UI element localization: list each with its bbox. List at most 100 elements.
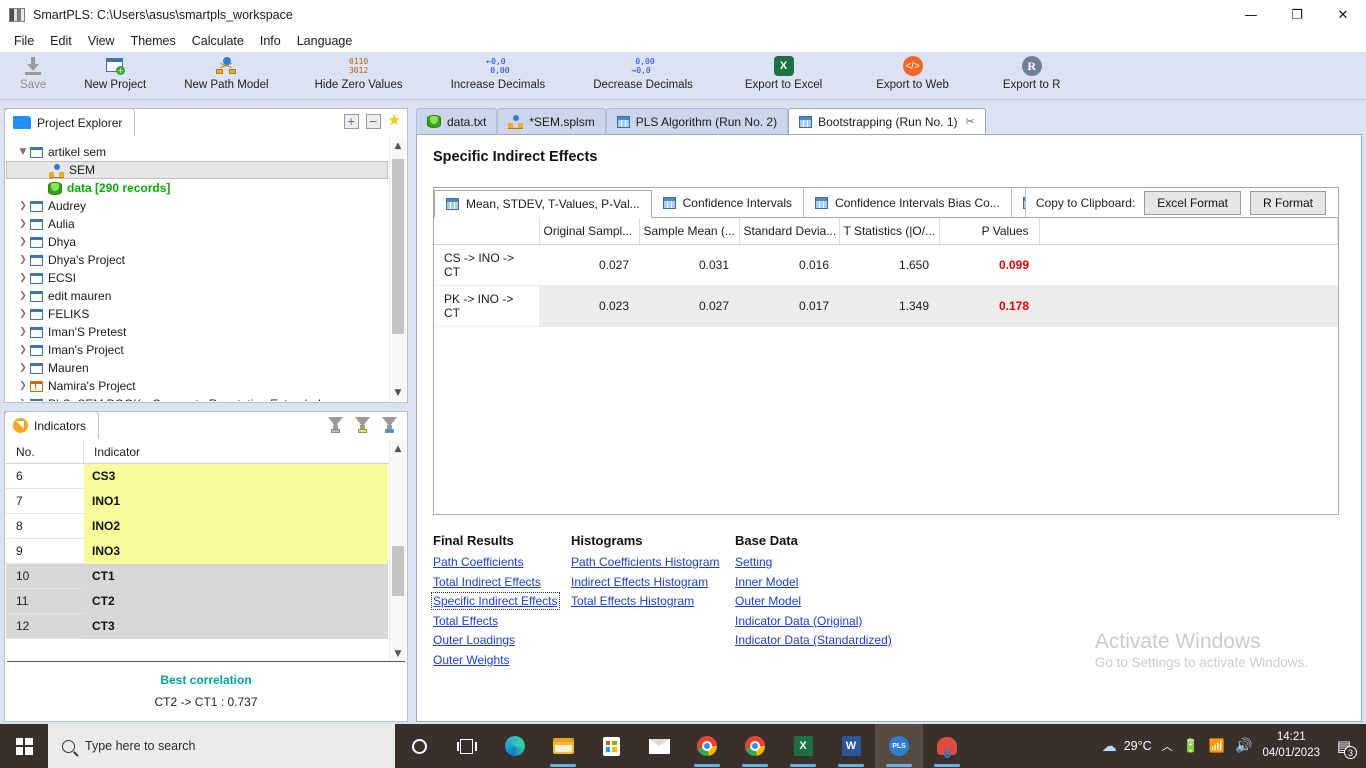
twisty-icon[interactable]: ❯ [16, 345, 30, 355]
tree-item[interactable]: ❯ edit mauren [6, 287, 388, 305]
result-link[interactable]: Indicator Data (Original) [735, 614, 862, 628]
twisty-icon[interactable]: ❯ [16, 381, 30, 391]
microsoft-store-taskbar-button[interactable] [587, 724, 635, 768]
results-column-header[interactable] [434, 218, 540, 245]
tree-item[interactable]: ❯ ECSI [6, 269, 388, 287]
results-row[interactable]: CS -> INO -> CT 0.027 0.031 0.016 1.650 0.099 [434, 244, 1338, 286]
explorer-scrollbar[interactable]: ▲ ▼ [389, 137, 406, 401]
twisty-icon[interactable]: ❯ [16, 219, 30, 229]
editor-tab[interactable]: *SEM.splsm [497, 108, 606, 134]
r-format-button[interactable]: R Format [1249, 190, 1326, 215]
notification-center-button[interactable]: ▤ 3 [1330, 724, 1358, 768]
scroll-up-icon[interactable]: ▲ [390, 440, 406, 457]
tree-item[interactable]: ❯ Aulia [6, 215, 388, 233]
twisty-icon[interactable]: ❯ [16, 309, 30, 319]
tree-item[interactable]: SEM [6, 161, 388, 179]
increase-decimals-button[interactable]: ←0,0 0,00 Increase Decimals [445, 55, 552, 99]
menu-info[interactable]: Info [252, 32, 289, 50]
task-view-taskbar-button[interactable] [443, 724, 491, 768]
menu-edit[interactable]: Edit [42, 32, 80, 50]
menu-themes[interactable]: Themes [123, 32, 184, 50]
twisty-icon[interactable]: ❯ [16, 327, 30, 337]
results-tab[interactable]: Confidence Intervals Bias Co... [804, 189, 1012, 217]
filter-blue-icon[interactable] [382, 417, 397, 433]
twisty-icon[interactable]: ▼ [16, 147, 30, 157]
menu-language[interactable]: Language [289, 32, 361, 50]
word-taskbar-button[interactable]: W [827, 724, 875, 768]
indicator-row[interactable]: 8 INO2 [6, 513, 388, 539]
snipping-tool-taskbar-button[interactable] [923, 724, 971, 768]
results-column-header[interactable]: Original Sampl... [539, 218, 640, 245]
result-link[interactable]: Indicator Data (Standardized) [735, 633, 892, 647]
twisty-icon[interactable]: ❯ [16, 291, 30, 301]
new-project-button[interactable]: + New Project [78, 55, 152, 99]
twisty-icon[interactable]: ❯ [16, 273, 30, 283]
filter-yellow-icon[interactable] [355, 417, 370, 433]
filter-all-icon[interactable] [328, 417, 343, 433]
twisty-icon[interactable]: ❯ [16, 399, 30, 401]
editor-tab[interactable]: Bootstrapping (Run No. 1) ✂ [788, 108, 986, 134]
taskbar-search-box[interactable]: Type here to search [48, 724, 395, 768]
start-button[interactable] [0, 724, 48, 768]
chrome-taskbar-button[interactable] [683, 724, 731, 768]
chrome-taskbar-button[interactable] [731, 724, 779, 768]
tree-item[interactable]: ❯ Audrey [6, 197, 388, 215]
tree-item[interactable]: ❯ Mauren [6, 359, 388, 377]
scroll-thumb[interactable] [392, 546, 404, 596]
save-button[interactable]: Save [14, 55, 52, 99]
excel-taskbar-button[interactable]: X [779, 724, 827, 768]
weather-widget[interactable]: ☁ 29°C [1102, 737, 1152, 755]
twisty-icon[interactable]: ❯ [16, 363, 30, 373]
project-tree[interactable]: ▼ artikel sem SEM data [290 records] ❯ Audrey… [6, 137, 406, 401]
tree-item[interactable]: ❯ Namira's Project [6, 377, 388, 395]
file-explorer-taskbar-button[interactable] [539, 724, 587, 768]
result-link[interactable]: Setting [735, 555, 772, 569]
indicator-row[interactable]: 10 CT1 [6, 563, 388, 589]
project-explorer-tab[interactable]: Project Explorer [4, 108, 136, 136]
menu-file[interactable]: File [6, 32, 42, 50]
twisty-icon[interactable]: ❯ [16, 255, 30, 265]
wifi-icon[interactable]: 📶 [1209, 739, 1225, 754]
results-tab[interactable]: Mean, STDEV, T-Values, P-Val... [434, 190, 652, 218]
result-link[interactable]: Path Coefficients [433, 555, 524, 569]
hide-zero-values-button[interactable]: 0110 3012 Hide Zero Values [309, 55, 409, 99]
scroll-down-icon[interactable]: ▼ [390, 384, 406, 401]
indicator-row[interactable]: 6 CS3 [6, 463, 388, 489]
scroll-down-icon[interactable]: ▼ [390, 645, 406, 662]
maximize-button[interactable]: ❐ [1274, 0, 1320, 30]
result-link[interactable]: Indirect Effects Histogram [571, 575, 708, 589]
result-link[interactable]: Total Indirect Effects [433, 575, 541, 589]
tree-item[interactable]: ❯ Iman'S Pretest [6, 323, 388, 341]
export-to-r-button[interactable]: R Export to R [997, 55, 1067, 99]
new-path-model-button[interactable]: New Path Model [178, 55, 274, 99]
twisty-icon[interactable]: ❯ [16, 237, 30, 247]
clock[interactable]: 14:21 04/01/2023 [1262, 730, 1320, 761]
editor-tab[interactable]: data.txt [416, 108, 498, 134]
close-button[interactable]: ✕ [1320, 0, 1366, 30]
tree-item[interactable]: ❯ FELIKS [6, 305, 388, 323]
close-tab-icon[interactable]: ✂ [966, 115, 975, 128]
result-link[interactable]: Outer Weights [433, 653, 509, 667]
tray-expand-icon[interactable]: ︿ [1162, 738, 1173, 754]
volume-icon[interactable]: 🔊 [1235, 738, 1252, 754]
tree-item[interactable]: ❯ Dhya [6, 233, 388, 251]
export-to-web-button[interactable]: </> Export to Web [870, 55, 955, 99]
result-link[interactable]: Total Effects Histogram [571, 594, 694, 608]
results-tab[interactable]: Confidence Intervals [651, 189, 805, 217]
menu-calculate[interactable]: Calculate [184, 32, 252, 50]
results-row[interactable]: PK -> INO -> CT 0.023 0.027 0.017 1.349 0.178 [434, 285, 1338, 327]
result-link[interactable]: Specific Indirect Effects [431, 592, 560, 610]
decrease-decimals-button[interactable]: 0,00 →0,0 Decrease Decimals [587, 55, 699, 99]
mail-taskbar-button[interactable] [635, 724, 683, 768]
expand-all-icon[interactable]: + [343, 114, 359, 129]
indicator-row[interactable]: 11 CT2 [6, 588, 388, 614]
results-column-header[interactable]: T Statistics (|O/... [839, 218, 940, 245]
result-link[interactable]: Inner Model [735, 575, 798, 589]
scroll-thumb[interactable] [392, 159, 404, 334]
favorite-icon[interactable]: ★ [388, 113, 401, 129]
smartpls-taskbar-button[interactable]: PLS [875, 724, 923, 768]
tree-item[interactable]: data [290 records] [6, 179, 388, 197]
scroll-up-icon[interactable]: ▲ [390, 137, 406, 154]
tree-item[interactable]: ❯ Dhya's Project [6, 251, 388, 269]
indicators-tab[interactable]: Indicators [4, 411, 100, 439]
